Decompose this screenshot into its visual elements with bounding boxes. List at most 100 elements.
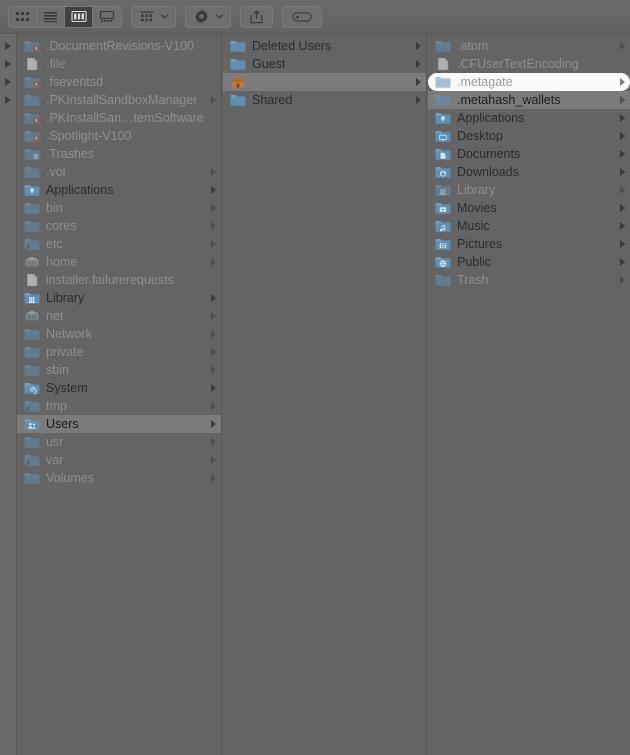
file-row[interactable]: Volumes (17, 469, 221, 487)
column-root-volume[interactable]: .DocumentRevisions-V100 .file .fseventsd .P… (17, 34, 222, 755)
file-row[interactable]: Pictures (428, 235, 630, 253)
file-row[interactable]: Applications (17, 181, 221, 199)
file-name-label: Library (457, 183, 496, 197)
file-row[interactable]: .Spotlight-V100 (17, 127, 221, 145)
file-row[interactable]: tmp (17, 397, 221, 415)
file-row[interactable]: Applications (428, 109, 630, 127)
tag-button[interactable] (282, 5, 322, 28)
disclosure-arrow-icon (211, 312, 216, 320)
column-home-folder[interactable]: .atom .CFUserTextEncoding .metagate .metaha… (428, 34, 630, 755)
users-folder-icon (24, 417, 40, 431)
folder-icon (435, 273, 451, 287)
file-row[interactable]: .Trashes (17, 145, 221, 163)
file-row[interactable]: bin (17, 199, 221, 217)
file-row[interactable]: .PKInstallSandboxManager (17, 91, 221, 109)
file-row[interactable]: .metagate (428, 73, 630, 91)
folder-icon (24, 327, 40, 341)
file-row[interactable] (223, 73, 426, 91)
file-icon (435, 57, 451, 71)
folder-icon (24, 471, 40, 485)
file-row[interactable]: Documents (428, 145, 630, 163)
file-row[interactable]: .CFUserTextEncoding (428, 55, 630, 73)
folder-icon (24, 363, 40, 377)
file-row[interactable]: private (17, 343, 221, 361)
disclosure-arrow-icon (416, 60, 421, 68)
file-row[interactable]: usr (17, 433, 221, 451)
file-name-label: net (46, 309, 64, 323)
file-name-label: .fseventsd (46, 75, 103, 89)
disclosure-arrow-icon (211, 240, 216, 248)
pictures-folder-icon (435, 237, 451, 251)
file-row[interactable]: Music (428, 217, 630, 235)
file-row[interactable]: .DocumentRevisions-V100 (17, 37, 221, 55)
sidebar-disclosure-triangle-icon[interactable] (5, 60, 11, 68)
column-view-button[interactable] (65, 6, 93, 27)
file-row[interactable]: System (17, 379, 221, 397)
locked-folder-icon (24, 129, 40, 143)
file-row[interactable]: .atom (428, 37, 630, 55)
public-folder-icon (435, 255, 451, 269)
file-row[interactable]: Library (17, 289, 221, 307)
file-icon (24, 273, 40, 287)
file-row[interactable]: Users (17, 415, 221, 433)
disclosure-arrow-icon (620, 78, 625, 86)
file-name-label: Desktop (457, 129, 503, 143)
music-folder-icon (435, 219, 451, 233)
file-row[interactable]: sbin (17, 361, 221, 379)
disclosure-arrow-icon (416, 42, 421, 50)
file-row[interactable]: Library (428, 181, 630, 199)
folder-icon (230, 93, 246, 107)
file-row[interactable]: Network (17, 325, 221, 343)
action-menu-button[interactable] (185, 5, 231, 28)
gear-icon (194, 9, 209, 24)
file-row[interactable]: home (17, 253, 221, 271)
file-row[interactable]: .fseventsd (17, 73, 221, 91)
chevron-down-icon (160, 12, 169, 21)
disclosure-arrow-icon (211, 258, 216, 266)
gallery-view-button[interactable] (93, 7, 121, 27)
disclosure-arrow-icon (211, 168, 216, 176)
file-name-label: .DocumentRevisions-V100 (46, 39, 194, 53)
share-icon (250, 9, 263, 24)
file-row[interactable]: Deleted Users (223, 37, 426, 55)
icon-view-button[interactable] (9, 6, 37, 27)
file-name-label: .CFUserTextEncoding (457, 57, 579, 71)
file-row[interactable]: Shared (223, 91, 426, 109)
file-name-label: Shared (252, 93, 293, 107)
file-name-label: .atom (457, 39, 489, 53)
file-name-label: .vol (46, 165, 66, 179)
file-name-label (252, 76, 402, 88)
file-row[interactable]: Trash (428, 271, 630, 289)
file-row[interactable]: net (17, 307, 221, 325)
applications-folder-icon (435, 111, 451, 125)
sidebar-disclosure-triangle-icon[interactable] (5, 96, 11, 104)
documents-folder-icon (435, 147, 451, 161)
file-row[interactable]: .metahash_wallets (428, 91, 630, 109)
downloads-folder-icon (435, 165, 451, 179)
disclosure-arrow-icon (211, 96, 216, 104)
disclosure-arrow-icon (211, 186, 216, 194)
share-button[interactable] (240, 5, 273, 28)
file-row[interactable]: Movies (428, 199, 630, 217)
disclosure-arrow-icon (211, 420, 216, 428)
file-name-label: sbin (46, 363, 69, 377)
file-row[interactable]: var (17, 451, 221, 469)
group-items-button[interactable] (131, 5, 176, 28)
disclosure-arrow-icon (620, 150, 625, 158)
disclosure-arrow-icon (211, 330, 216, 338)
file-row[interactable]: cores (17, 217, 221, 235)
locked-folder-icon (24, 75, 40, 89)
file-row[interactable]: .file (17, 55, 221, 73)
file-row[interactable]: Downloads (428, 163, 630, 181)
file-row[interactable]: .vol (17, 163, 221, 181)
file-row[interactable]: .PKInstallSan…temSoftware (17, 109, 221, 127)
column-users[interactable]: Deleted Users Guest Shared (223, 34, 427, 755)
sidebar-disclosure-triangle-icon[interactable] (5, 78, 11, 86)
sidebar-disclosure-triangle-icon[interactable] (5, 42, 11, 50)
file-row[interactable]: installer.failurerequests (17, 271, 221, 289)
file-row[interactable]: etc (17, 235, 221, 253)
list-view-button[interactable] (37, 6, 65, 27)
file-row[interactable]: Public (428, 253, 630, 271)
file-row[interactable]: Guest (223, 55, 426, 73)
file-row[interactable]: Desktop (428, 127, 630, 145)
